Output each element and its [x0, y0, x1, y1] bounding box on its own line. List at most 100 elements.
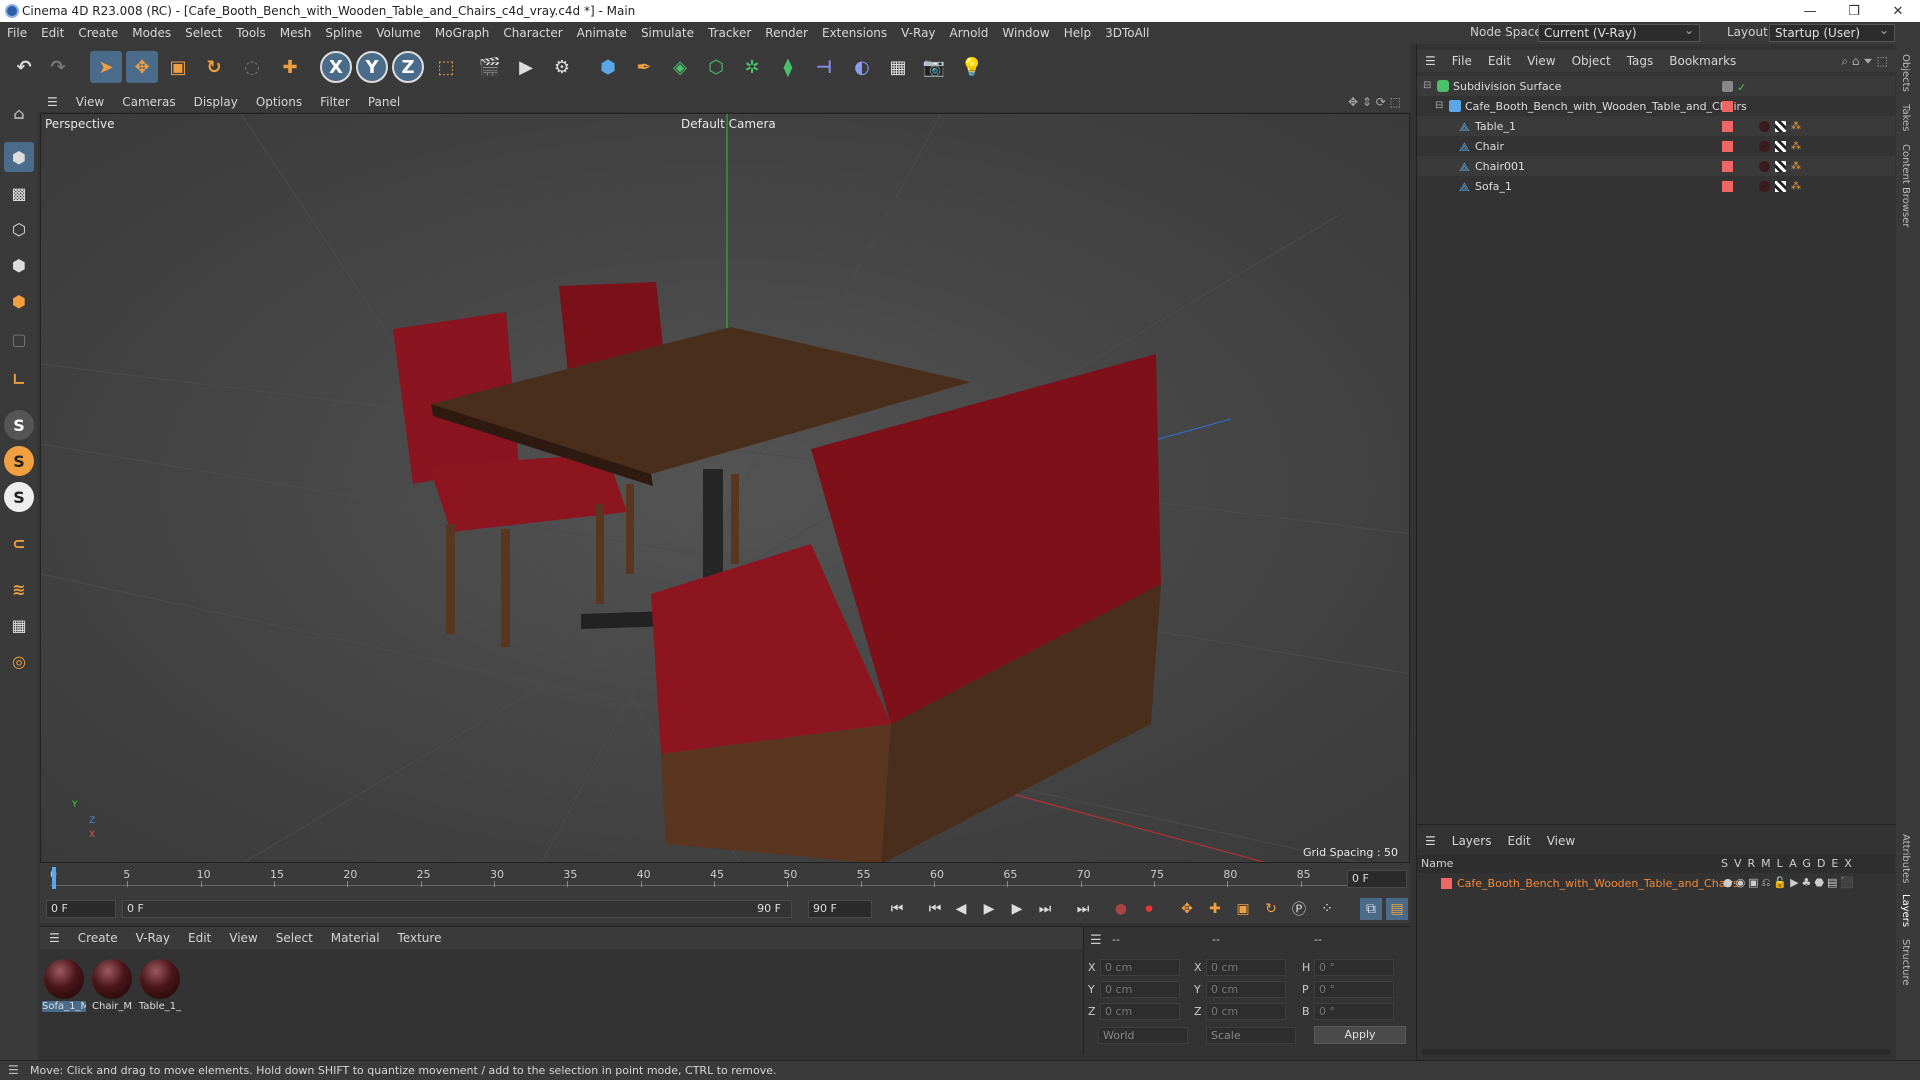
- rotation-h-field[interactable]: 0 °: [1314, 959, 1394, 976]
- undo-icon[interactable]: ↶: [8, 51, 40, 83]
- object-row-chair001[interactable]: ⟁ Chair001 ⁂: [1417, 156, 1895, 176]
- layer-color-icon[interactable]: [1722, 120, 1733, 132]
- end-frame-field[interactable]: 90 F: [808, 900, 872, 918]
- menu-animate[interactable]: Animate: [570, 26, 634, 40]
- viewport-menu-panel[interactable]: Panel: [359, 95, 409, 109]
- position-y-field[interactable]: 0 cm: [1100, 981, 1180, 998]
- polygons-mode-icon[interactable]: ⬢: [4, 286, 34, 316]
- menu-edit[interactable]: Edit: [34, 26, 71, 40]
- cube-primitive-icon[interactable]: ⬢: [592, 51, 624, 83]
- object-row-sofa[interactable]: ⟁ Sofa_1 ⁂: [1417, 176, 1895, 196]
- material-tag-icon[interactable]: [1759, 140, 1770, 152]
- viewport-hamburger-icon[interactable]: ☰: [38, 95, 67, 109]
- axis-mode-icon[interactable]: ∟: [4, 364, 34, 394]
- material-swatch-table[interactable]: Table_1_: [138, 957, 182, 1019]
- tab-structure[interactable]: Structure: [1900, 939, 1911, 986]
- size-x-field[interactable]: 0 cm: [1206, 959, 1286, 976]
- object-row-chair[interactable]: ⟁ Chair ⁂: [1417, 136, 1895, 156]
- previous-frame-icon[interactable]: ◀: [950, 898, 972, 920]
- deformer-icon[interactable]: ⧫: [772, 51, 804, 83]
- material-menu-select[interactable]: Select: [267, 931, 322, 945]
- object-hamburger-icon[interactable]: ☰: [1417, 54, 1444, 68]
- object-menu-tags[interactable]: Tags: [1619, 54, 1662, 68]
- menu-spline[interactable]: Spline: [318, 26, 369, 40]
- maximize-button[interactable]: ❐: [1832, 0, 1876, 22]
- layer-toggle-icons[interactable]: ●◉▣⎌🔓▶♣⬣▤⬛: [1723, 876, 1857, 890]
- close-button[interactable]: ✕: [1876, 0, 1920, 22]
- texture-mode-icon[interactable]: ▩: [4, 178, 34, 208]
- object-menu-view[interactable]: View: [1519, 54, 1563, 68]
- go-to-end-icon[interactable]: ⏭: [1072, 898, 1094, 920]
- status-hamburger-icon[interactable]: ☰: [8, 1063, 19, 1077]
- material-hamburger-icon[interactable]: ☰: [40, 931, 69, 945]
- layer-color-icon[interactable]: [1722, 180, 1733, 192]
- key-parameter-icon[interactable]: Ⓟ: [1288, 898, 1310, 920]
- model-mode-icon[interactable]: ⬢: [4, 142, 34, 172]
- material-tag-icon[interactable]: [1759, 160, 1770, 172]
- menu-tracker[interactable]: Tracker: [701, 26, 758, 40]
- menu-tools[interactable]: Tools: [229, 26, 273, 40]
- tab-objects[interactable]: Objects: [1900, 54, 1911, 92]
- menu-vray[interactable]: V-Ray: [894, 26, 942, 40]
- menu-help[interactable]: Help: [1057, 26, 1098, 40]
- viewport-menu-options[interactable]: Options: [247, 95, 311, 109]
- menu-mesh[interactable]: Mesh: [273, 26, 319, 40]
- size-y-field[interactable]: 0 cm: [1206, 981, 1286, 998]
- layers-menu-layers[interactable]: Layers: [1444, 834, 1500, 848]
- light-icon[interactable]: 💡: [956, 51, 988, 83]
- camera-name-label[interactable]: Default Camera: [681, 117, 776, 131]
- material-swatch-chair[interactable]: Chair_M: [90, 957, 134, 1019]
- viewport-menu-view[interactable]: View: [67, 95, 113, 109]
- uvw-tag-icon[interactable]: [1775, 140, 1786, 152]
- size-z-field[interactable]: 0 cm: [1206, 1003, 1286, 1020]
- vray-tag-icon[interactable]: ⁂: [1791, 141, 1802, 152]
- coords-hamburger-icon[interactable]: ☰: [1090, 933, 1102, 948]
- uvw-tag-icon[interactable]: [1775, 180, 1786, 192]
- menu-volume[interactable]: Volume: [369, 26, 428, 40]
- key-rotation-icon[interactable]: ↻: [1260, 898, 1282, 920]
- layers-menu-edit[interactable]: Edit: [1499, 834, 1538, 848]
- object-menu-bookmarks[interactable]: Bookmarks: [1661, 54, 1744, 68]
- vray-tag-icon[interactable]: ⁂: [1791, 121, 1802, 132]
- motion-system-icon[interactable]: ▤: [1386, 898, 1408, 920]
- redo-icon[interactable]: ↷: [42, 51, 74, 83]
- magnet-tool-icon[interactable]: ⊂: [4, 528, 34, 558]
- move-tool-icon[interactable]: ✥: [126, 51, 158, 83]
- size-mode-dropdown[interactable]: Scale: [1206, 1027, 1296, 1044]
- z-axis-lock-button[interactable]: Z: [392, 51, 424, 83]
- render-settings-icon[interactable]: ⚙: [546, 51, 578, 83]
- expand-toggle-icon[interactable]: ⊟: [1423, 80, 1435, 92]
- object-row-table[interactable]: ⟁ Table_1 ⁂: [1417, 116, 1895, 136]
- tab-attributes[interactable]: Attributes: [1900, 834, 1911, 883]
- uvw-tag-icon[interactable]: [1775, 160, 1786, 172]
- add-object-icon[interactable]: ✚: [274, 51, 306, 83]
- material-tag-icon[interactable]: [1759, 180, 1770, 192]
- environment-icon[interactable]: ◐: [846, 51, 878, 83]
- node-space-dropdown[interactable]: Current (V-Ray): [1538, 23, 1700, 42]
- go-to-start-icon[interactable]: ⏮: [886, 898, 908, 920]
- key-position-icon[interactable]: ✥: [1176, 898, 1198, 920]
- menu-window[interactable]: Window: [995, 26, 1056, 40]
- timeline-window-icon[interactable]: ⧉: [1360, 898, 1382, 920]
- object-menu-file[interactable]: File: [1444, 54, 1480, 68]
- render-view-icon[interactable]: 🎬: [474, 51, 506, 83]
- vray-tag-icon[interactable]: ⁂: [1791, 181, 1802, 192]
- layer-row[interactable]: Cafe_Booth_Bench_with_Wooden_Table_and_C…: [1417, 875, 1895, 893]
- menu-mograph[interactable]: MoGraph: [428, 26, 497, 40]
- layers-horizontal-scrollbar[interactable]: [1421, 1049, 1891, 1055]
- workplane-icon[interactable]: ≋: [4, 574, 34, 604]
- render-picture-viewer-icon[interactable]: ▶: [510, 51, 542, 83]
- points-mode-icon[interactable]: ⬡: [4, 214, 34, 244]
- layout-dropdown[interactable]: Startup (User): [1769, 23, 1895, 42]
- 3d-viewport[interactable]: Perspective Default Camera Grid Spacing …: [40, 113, 1410, 863]
- next-frame-icon[interactable]: ▶: [1006, 898, 1028, 920]
- grid-snap-icon[interactable]: ▦: [4, 610, 34, 640]
- scale-tool-icon[interactable]: ▣: [162, 51, 194, 83]
- vray-tag-icon[interactable]: ⁂: [1791, 161, 1802, 172]
- next-keyframe-icon[interactable]: ⏭: [1034, 898, 1056, 920]
- start-frame-field[interactable]: 0 F: [46, 900, 116, 918]
- pen-spline-icon[interactable]: ✒: [628, 51, 660, 83]
- y-axis-lock-button[interactable]: Y: [356, 51, 388, 83]
- tab-layers[interactable]: Layers: [1900, 894, 1911, 927]
- layer-color-icon[interactable]: [1722, 140, 1733, 152]
